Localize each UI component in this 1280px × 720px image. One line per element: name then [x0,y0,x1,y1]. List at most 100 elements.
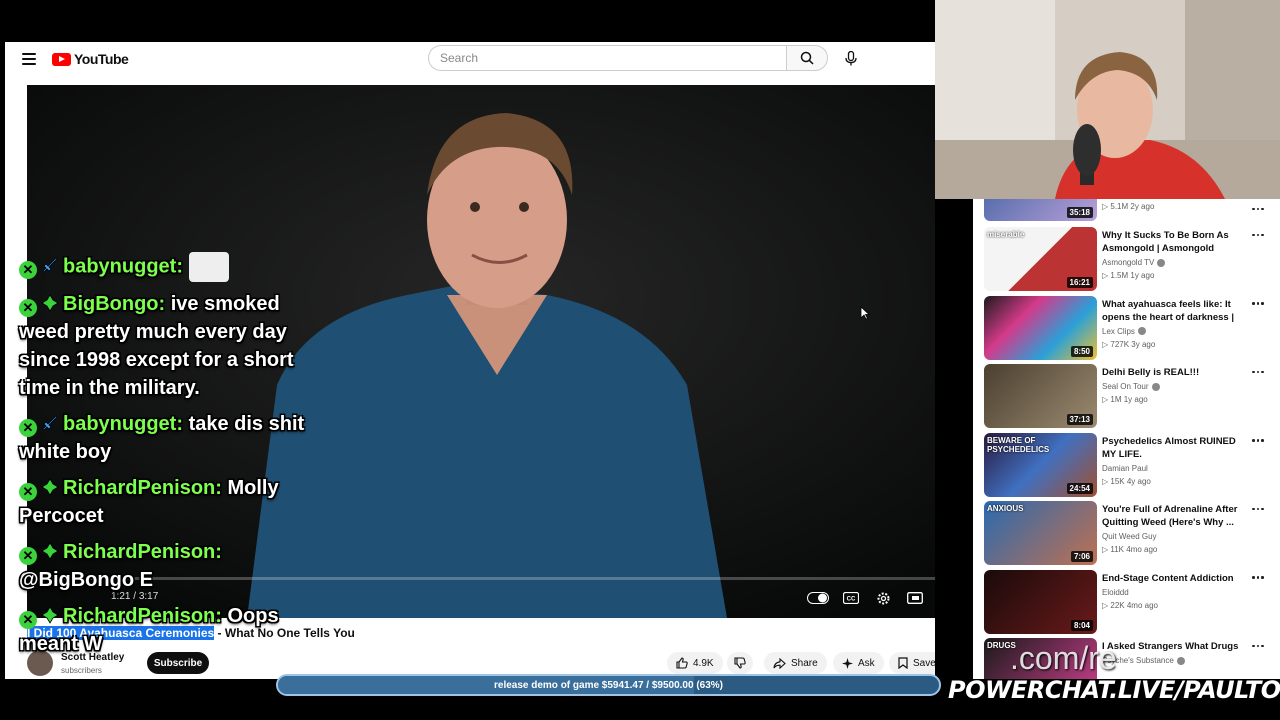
thumbnail-text: miserable [987,230,1025,239]
recommendation-title[interactable]: Delhi Belly is REAL!!! [1102,366,1242,379]
screen: { "header": { "logo_text": "YouTube", "s… [0,0,1280,720]
mouse-cursor-icon [860,306,870,320]
view-meta: ▷ 1M 1y ago [1102,395,1148,404]
view-meta: ▷ 1.5M 1y ago [1102,271,1155,280]
diamond-badge-icon [41,606,59,624]
dislike-button[interactable] [727,652,753,674]
search-button[interactable] [786,45,828,71]
thumbnail[interactable]: 35:18 [984,199,1097,221]
thumbnail[interactable]: miserable 16:21 [984,227,1097,291]
like-count: 4.9K [693,657,714,669]
recommendation-channel[interactable]: Seal On Tour [1102,382,1160,391]
share-label: Share [791,657,818,669]
recommendation-item[interactable]: 8:04 End-Stage Content Addiction Eloiddd ▷ … [984,569,1274,634]
ask-label: Ask [858,657,875,669]
theater-icon [907,592,923,604]
channel-label: Lex Clips [1102,326,1135,336]
menu-icon[interactable] [22,52,36,66]
chat-username: RichardPenison: [63,477,222,499]
search-input[interactable]: Search [428,45,786,71]
recommendation-item[interactable]: 35:18 ▷ 5.1M 2y ago [984,199,1274,221]
recommendation-channel[interactable]: Eloiddd [1102,588,1129,597]
view-meta: ▷ 15K 4y ago [1102,476,1151,486]
more-options-icon[interactable] [1252,640,1264,652]
save-button[interactable]: Save [889,652,935,674]
recommendation-title[interactable]: Why It Sucks To Be Born As Asmongold | A… [1102,229,1242,256]
captions-button[interactable]: CC [840,587,862,609]
recommendation-channel[interactable]: Lex Clips [1102,327,1146,336]
thumbnail[interactable]: 37:13 [984,364,1097,428]
recommendation-title[interactable]: Psychedelics Almost RUINED MY LIFE. [1102,435,1242,461]
verified-icon [1151,382,1160,391]
recommendation-channel[interactable]: Asmongold TV [1102,258,1166,267]
more-options-icon[interactable] [1252,229,1264,241]
recommendation-item[interactable]: 37:13 Delhi Belly is REAL!!! Seal On Tour ▷… [984,364,1274,428]
duration-badge: 8:04 [1070,619,1093,631]
settings-button[interactable] [872,587,894,609]
recommendation-channel[interactable]: Damian Paul [1102,464,1148,473]
channel-label: Quit Weed Guy [1102,532,1157,541]
chat-username: babynugget: [63,255,183,278]
webcam-image [935,0,1280,199]
recommendation-channel[interactable]: Quit Weed Guy [1102,532,1157,541]
thumbs-up-icon [676,657,688,669]
autoplay-toggle[interactable] [807,587,829,609]
ask-button[interactable]: Ask [833,652,884,674]
share-button[interactable]: Share [764,652,827,674]
channel-label: Seal On Tour [1102,382,1149,391]
more-options-icon[interactable] [1252,503,1264,515]
recommendation-item[interactable]: miserable 16:21 Why It Sucks To Be Born As… [984,227,1274,291]
youtube-play-icon [52,52,71,66]
thumbnail-text: BEWARE OF PSYCHEDELICS [987,435,1050,454]
search-icon [800,51,814,65]
chat-text: @BigBongo E [19,569,153,591]
share-icon [773,657,786,669]
bookmark-icon [898,657,908,669]
duration-badge: 16:21 [1066,277,1093,288]
more-options-icon[interactable] [1252,435,1264,447]
view-meta: ▷ 727K 3y ago [1102,339,1156,349]
chat-username: RichardPenison: [63,605,222,627]
recommendation-title[interactable]: You're Full of Adrenaline After Quitting… [1102,503,1242,529]
more-options-icon[interactable] [1252,298,1264,310]
thumbnail-text: ANXIOUS [987,504,1024,513]
thumbnail[interactable]: 8:04 [984,569,1097,634]
recommendation-title[interactable]: What ayahuasca feels like: It opens the … [1102,298,1242,325]
sparkle-icon [842,657,853,669]
recommendation-title[interactable]: End-Stage Content Addiction [1102,572,1242,585]
more-options-icon[interactable] [1252,366,1264,378]
chat-message: ✕ babynugget: take dis shit white boy [19,410,309,466]
verified-icon [1137,327,1146,336]
moderator-badge-icon: ✕ [19,547,37,565]
view-meta: ▷ 5.1M 2y ago [1102,202,1155,211]
voice-search-button[interactable] [838,45,864,71]
donation-goal-bar: release demo of game $5941.47 / $9500.00… [276,674,941,696]
recommendation-item[interactable]: ANXIOUS 7:06 You're Full of Adrenaline Aft… [984,501,1274,565]
subscriber-count: subscribers [61,666,102,675]
moderator-badge-icon: ✕ [19,483,37,501]
more-options-icon[interactable] [1252,572,1264,584]
moderator-badge-icon: ✕ [19,299,37,317]
thumbnail[interactable]: 8:50 [984,295,1097,360]
verified-icon [1157,258,1166,267]
theater-mode-button[interactable] [904,587,926,609]
donation-text: release demo of game $5941.47 / $9500.00… [493,679,724,691]
chat-message: ✕ BigBongo: ive smoked weed pretty much e… [19,290,309,402]
svg-text:CC: CC [847,597,856,603]
recommendation-item[interactable]: BEWARE OF PSYCHEDELICS 24:54 Psychedelics … [984,432,1274,497]
recommendation-item[interactable]: 8:50 What ayahuasca feels like: It opens … [984,295,1274,360]
view-meta: ▷ 22K 4mo ago [1102,600,1158,610]
thumbs-down-icon [734,657,746,669]
overlay-url-text: .com/re [1010,640,1117,676]
like-button[interactable]: 4.9K [667,652,723,674]
thumbnail[interactable]: BEWARE OF PSYCHEDELICS 24:54 [984,432,1097,497]
chat-username: BigBongo: [63,293,166,315]
moderator-badge-icon: ✕ [19,611,37,629]
recommendation-title[interactable]: I Asked Strangers What Drugs [1102,640,1242,653]
captions-icon: CC [843,592,859,604]
more-options-icon[interactable] [1252,203,1264,215]
duration-badge: 8:50 [1070,345,1093,357]
logo-text: YouTube [74,51,129,67]
thumbnail[interactable]: ANXIOUS 7:06 [984,501,1097,565]
youtube-logo[interactable]: YouTube [52,51,129,67]
